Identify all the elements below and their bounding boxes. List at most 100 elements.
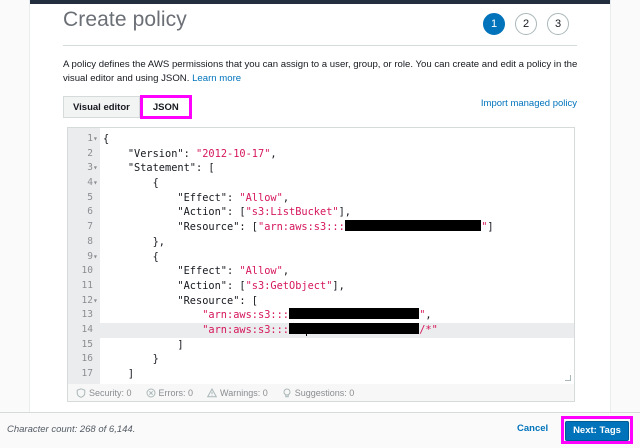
step-2[interactable]: 2 bbox=[515, 13, 537, 35]
code-line[interactable]: 3 ▾ "Statement": [ bbox=[68, 161, 574, 176]
code-token: "Version": bbox=[127, 147, 197, 160]
code-line[interactable]: 17 ] bbox=[68, 367, 574, 382]
line-number: 8 bbox=[87, 235, 93, 247]
next-button-highlight: Next: Tags bbox=[561, 416, 633, 444]
code-line[interactable]: 10 "Effect": "Allow", bbox=[68, 264, 574, 279]
line-number: 6 bbox=[87, 206, 93, 218]
wizard-steps: 1 2 3 bbox=[483, 13, 569, 35]
errors-status[interactable]: Errors: 0 bbox=[146, 387, 194, 398]
line-number: 5 bbox=[87, 191, 93, 203]
code-token: "Action": [ bbox=[177, 279, 246, 292]
next-tags-button[interactable]: Next: Tags bbox=[565, 420, 629, 441]
right-panel-edge bbox=[610, 0, 640, 412]
code-text: ] bbox=[103, 367, 134, 382]
code-token: , bbox=[282, 191, 290, 204]
code-text: "Resource": ["arn:aws:s3::: "] bbox=[103, 220, 494, 235]
code-line[interactable]: 8 }, bbox=[68, 235, 574, 250]
redacted-bucket-name bbox=[289, 322, 420, 334]
tab-visual-editor[interactable]: Visual editor bbox=[63, 96, 140, 118]
tab-json[interactable]: JSON bbox=[139, 95, 192, 119]
code-line[interactable]: 2 "Version": "2012-10-17", bbox=[68, 147, 574, 162]
code-line[interactable]: 1 ▾{ bbox=[68, 132, 574, 147]
code-text: "Version": "2012-10-17", bbox=[103, 147, 277, 162]
line-number: 11 bbox=[81, 279, 93, 291]
code-line[interactable]: 12 ▾ "Resource": [ bbox=[68, 294, 574, 309]
step-3[interactable]: 3 bbox=[547, 13, 569, 35]
code-text: { bbox=[103, 250, 159, 265]
code-token: "Resource": [ bbox=[177, 221, 258, 234]
code-line[interactable]: 13 "arn:aws:s3::: ", bbox=[68, 308, 574, 323]
code-token: ], bbox=[338, 206, 352, 219]
line-number: 16 bbox=[81, 353, 93, 365]
code-string: "arn:aws:s3::: bbox=[202, 309, 289, 322]
text-cursor bbox=[306, 324, 307, 336]
code-line[interactable]: 4 ▾ { bbox=[68, 176, 574, 191]
json-editor[interactable]: 1 ▾{2 "Version": "2012-10-17", 3 ▾ "Stateme… bbox=[67, 127, 575, 385]
learn-more-link[interactable]: Learn more bbox=[192, 73, 241, 84]
code-text: "arn:aws:s3:::/*" bbox=[103, 322, 438, 338]
left-panel-edge bbox=[0, 0, 30, 412]
fold-toggle-icon[interactable]: ▾ bbox=[93, 176, 100, 191]
cancel-button[interactable]: Cancel bbox=[517, 423, 548, 434]
code-line[interactable]: 14 "arn:aws:s3:::/*" bbox=[68, 322, 574, 338]
code-line[interactable]: 15 ] bbox=[68, 338, 574, 353]
code-text: { bbox=[103, 132, 109, 147]
redacted-bucket-name bbox=[344, 220, 482, 232]
fold-toggle-icon[interactable]: ▾ bbox=[93, 132, 100, 147]
code-text: "Effect": "Allow", bbox=[103, 191, 289, 206]
line-number: 1 bbox=[87, 133, 93, 144]
footer-bar: Character count: 268 of 6,144. Cancel Ne… bbox=[0, 412, 640, 448]
code-line[interactable]: 9 ▾ { bbox=[68, 250, 574, 265]
code-token: "Effect": bbox=[177, 191, 240, 204]
code-string: /*" bbox=[419, 323, 438, 336]
code-string: "2012-10-17" bbox=[196, 147, 271, 160]
import-managed-policy-link[interactable]: Import managed policy bbox=[481, 98, 577, 109]
line-number: 17 bbox=[81, 368, 93, 379]
code-token: "Action": [ bbox=[177, 206, 246, 219]
code-line[interactable]: 7 "Resource": ["arn:aws:s3::: "] bbox=[68, 220, 574, 235]
line-number: 15 bbox=[81, 338, 93, 350]
line-number: 13 bbox=[81, 309, 93, 321]
code-string: "arn:aws:s3::: bbox=[258, 221, 345, 234]
title-divider bbox=[63, 45, 577, 46]
security-status[interactable]: Security: 0 bbox=[76, 388, 132, 398]
code-line[interactable]: 5 "Effect": "Allow", bbox=[68, 191, 574, 206]
line-number: 7 bbox=[87, 221, 93, 233]
description-text: A policy defines the AWS permissions tha… bbox=[63, 59, 578, 84]
lightbulb-icon bbox=[283, 388, 291, 397]
code-token: , bbox=[425, 309, 432, 322]
code-area[interactable]: 1 ▾{2 "Version": "2012-10-17", 3 ▾ "Stateme… bbox=[68, 132, 574, 384]
code-text: } bbox=[103, 352, 159, 367]
code-line[interactable]: 16 } bbox=[68, 352, 574, 367]
code-token: ] bbox=[487, 221, 494, 234]
code-text: ] bbox=[103, 338, 183, 353]
validation-bar: Security: 0 Errors: 0 Warnings: 0 Sugges… bbox=[67, 384, 575, 402]
errors-count: Errors: 0 bbox=[158, 387, 194, 398]
code-token: "Resource": [ bbox=[177, 294, 258, 307]
line-number: 14 bbox=[81, 323, 93, 335]
editor-tabs: Visual editor JSON bbox=[63, 95, 192, 119]
suggestions-status[interactable]: Suggestions: 0 bbox=[282, 388, 354, 398]
code-token: } bbox=[152, 353, 159, 366]
fold-toggle-icon[interactable]: ▾ bbox=[93, 294, 100, 309]
line-number: 2 bbox=[87, 147, 93, 159]
warnings-status[interactable]: Warnings: 0 bbox=[207, 387, 268, 398]
code-text: "Statement": [ bbox=[103, 161, 215, 176]
resize-handle[interactable] bbox=[565, 375, 571, 381]
code-token: { bbox=[103, 133, 110, 145]
step-1[interactable]: 1 bbox=[483, 13, 505, 35]
code-line[interactable]: 6 "Action": ["s3:ListBucket"], bbox=[68, 205, 574, 220]
line-number: 3 bbox=[87, 162, 93, 174]
code-token: { bbox=[152, 177, 159, 190]
fold-toggle-icon[interactable]: ▾ bbox=[93, 250, 100, 265]
code-line[interactable]: 11 "Action": ["s3:GetObject"], bbox=[68, 279, 574, 294]
fold-toggle-icon[interactable]: ▾ bbox=[93, 161, 100, 176]
